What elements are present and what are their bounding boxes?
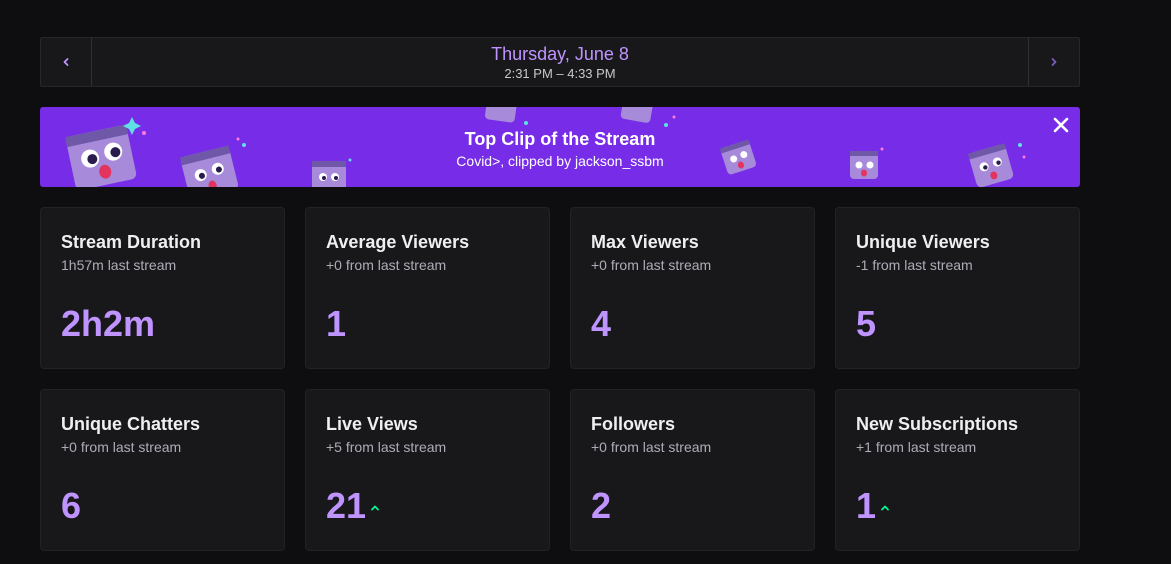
top-clip-title: Top Clip of the Stream: [464, 129, 656, 149]
stat-comparison: +5 from last stream: [326, 439, 447, 455]
mascot-icon: [484, 107, 528, 125]
date-navigator: Thursday, June 8 2:31 PM – 4:33 PM: [40, 37, 1080, 87]
stat-title: Max Viewers: [591, 232, 699, 252]
stat-value: 2: [591, 485, 612, 526]
stat-comparison: -1 from last stream: [856, 257, 973, 273]
stat-comparison: +0 from last stream: [591, 439, 712, 455]
next-stream-button[interactable]: [1028, 38, 1079, 86]
stream-time-range: 2:31 PM – 4:33 PM: [504, 65, 616, 81]
stat-card-live-views: Live Views +5 from last stream 21: [305, 389, 550, 551]
stat-value: 4: [591, 303, 612, 344]
stat-comparison: 1h57m last stream: [61, 257, 177, 273]
stat-comparison: +0 from last stream: [326, 257, 447, 273]
trend-up-icon: [371, 505, 379, 511]
top-clip-info: Top Clip of the Stream Covid>, clipped b…: [40, 127, 1080, 170]
stat-value: 5: [856, 303, 877, 344]
stat-card-new-subscriptions: New Subscriptions +1 from last stream 1: [835, 389, 1080, 551]
chevron-right-icon: [1051, 58, 1057, 66]
top-clip-banner[interactable]: Top Clip of the Stream Covid>, clipped b…: [40, 107, 1080, 187]
stat-title: Average Viewers: [326, 232, 470, 252]
stat-card-max-viewers: Max Viewers +0 from last stream 4: [570, 207, 815, 369]
stat-comparison: +0 from last stream: [61, 439, 182, 455]
stat-card-unique-viewers: Unique Viewers -1 from last stream 5: [835, 207, 1080, 369]
stat-card-followers: Followers +0 from last stream 2: [570, 389, 815, 551]
stat-value: 21: [326, 485, 367, 526]
stat-title: New Subscriptions: [856, 414, 1019, 434]
stat-card-unique-chatters: Unique Chatters +0 from last stream 6: [40, 389, 285, 551]
stat-title: Stream Duration: [61, 232, 202, 252]
trend-up-icon: [881, 505, 889, 511]
stat-title: Live Views: [326, 414, 418, 434]
stat-title: Followers: [591, 414, 676, 434]
stream-stats-grid: Stream Duration 1h57m last stream 2h2m A…: [40, 207, 1081, 551]
stat-value: 1: [856, 485, 877, 526]
stat-value: 6: [61, 485, 82, 526]
chevron-left-icon: [63, 58, 69, 66]
stat-card-average-viewers: Average Viewers +0 from last stream 1: [305, 207, 550, 369]
close-icon[interactable]: [1052, 116, 1070, 134]
stream-date-header: Thursday, June 8 2:31 PM – 4:33 PM: [92, 38, 1028, 86]
previous-stream-button[interactable]: [41, 38, 92, 86]
stat-value: 2h2m: [61, 303, 156, 344]
stat-card-stream-duration: Stream Duration 1h57m last stream 2h2m: [40, 207, 285, 369]
stat-title: Unique Viewers: [856, 232, 990, 252]
stream-date: Thursday, June 8: [491, 43, 629, 64]
stat-title: Unique Chatters: [61, 414, 201, 434]
top-clip-subtitle: Covid>, clipped by jackson_ssbm: [456, 153, 664, 169]
stat-comparison: +1 from last stream: [856, 439, 977, 455]
stat-value: 1: [326, 303, 347, 344]
stat-comparison: +0 from last stream: [591, 257, 712, 273]
